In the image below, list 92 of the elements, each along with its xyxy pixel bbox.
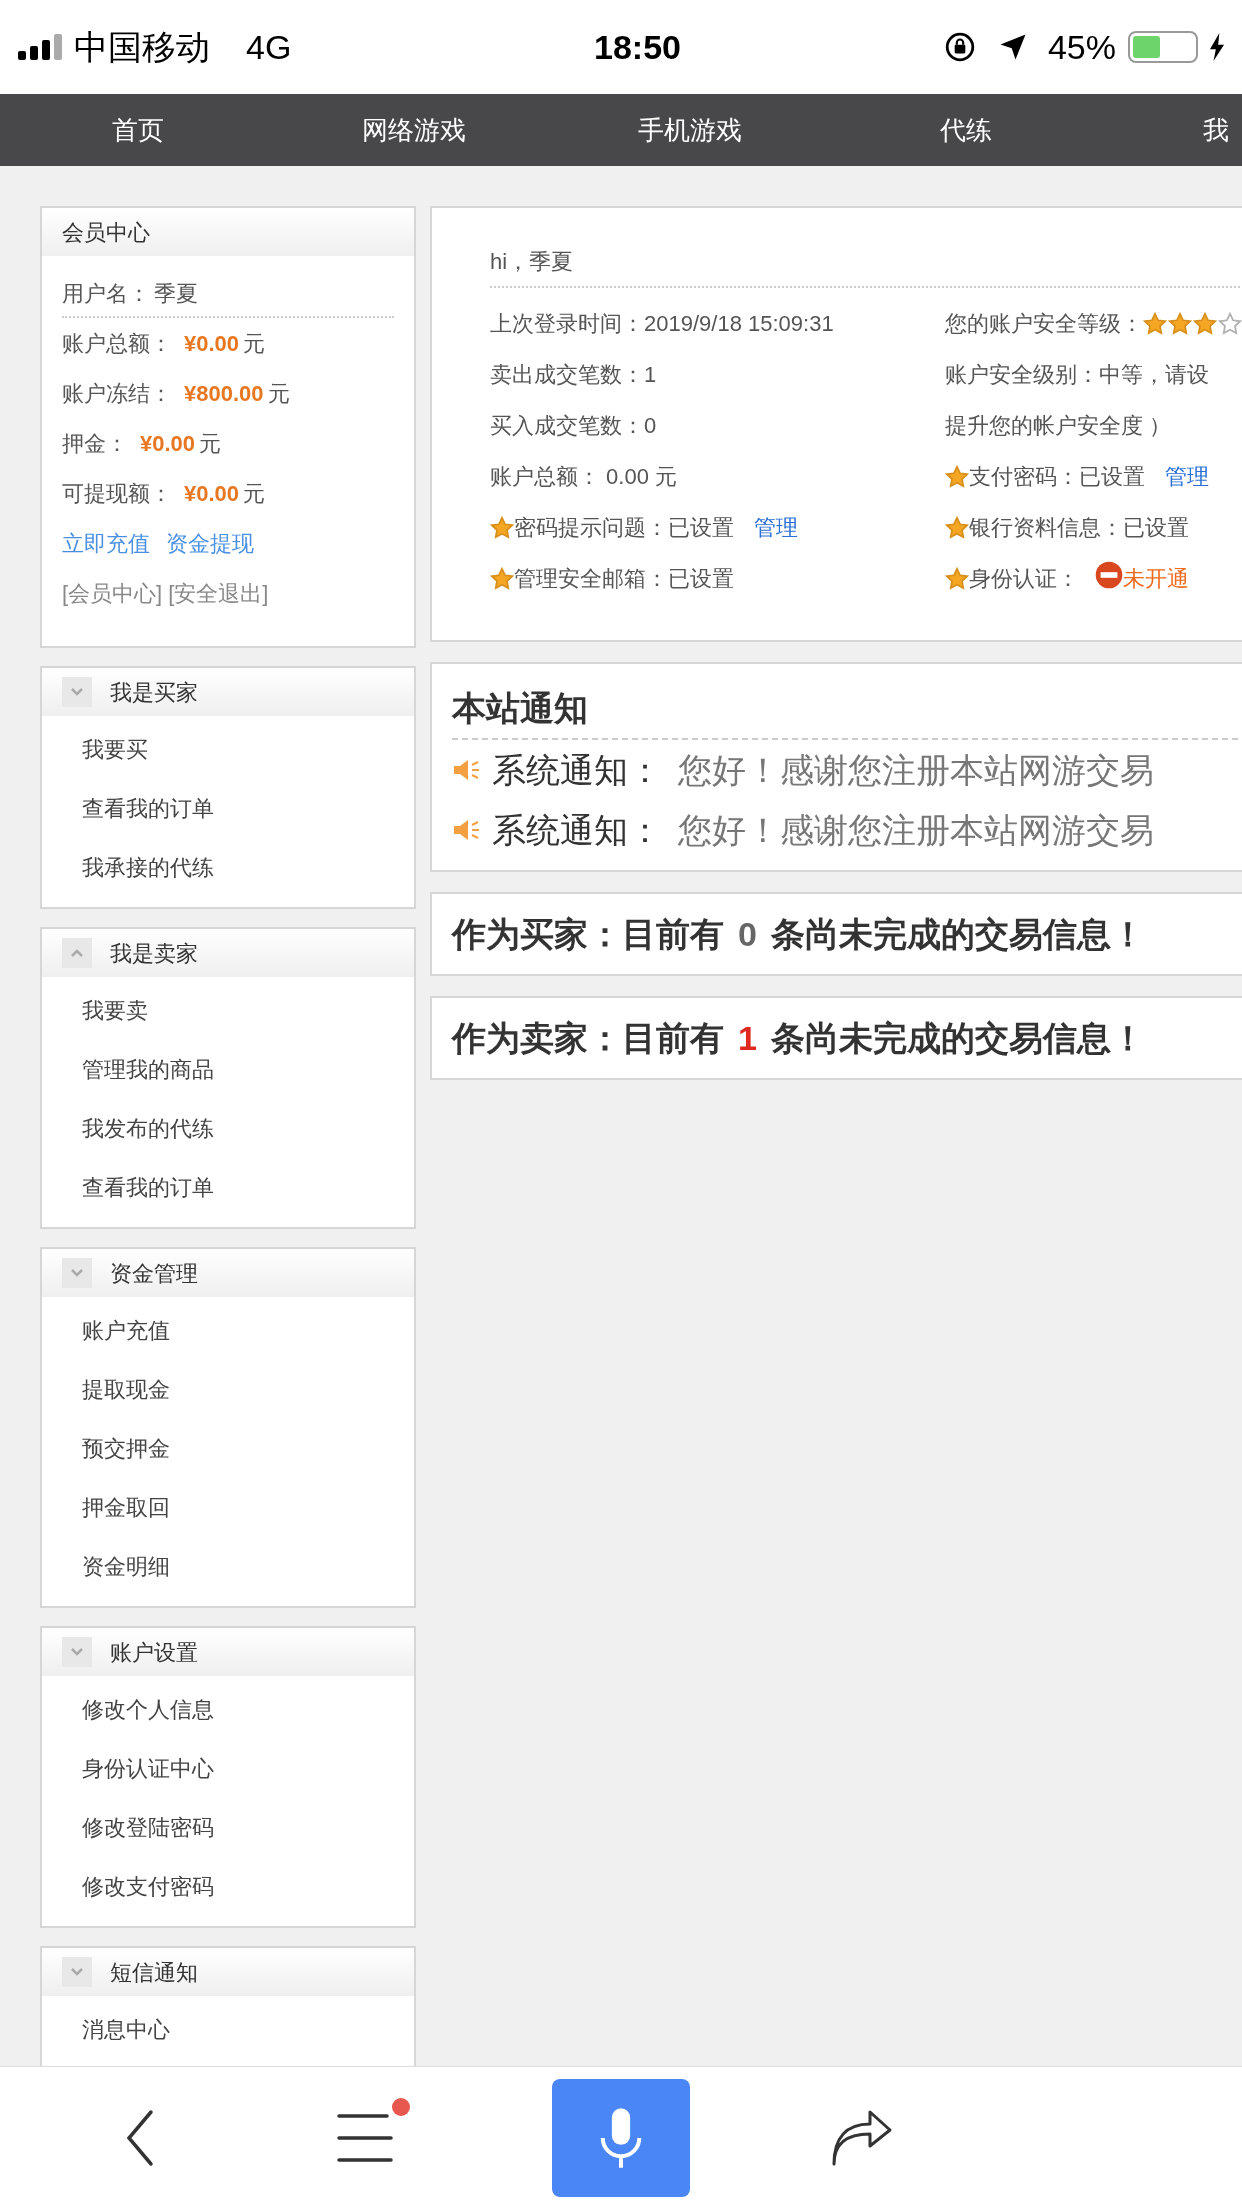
footer-link[interactable]: [安全退出] (168, 576, 269, 610)
username: 季夏 (154, 279, 198, 308)
menu-item[interactable]: 我发布的代练 (82, 1112, 214, 1145)
menu-item[interactable]: 资金明细 (82, 1550, 170, 1583)
footer-link[interactable]: [会员中心] (62, 576, 163, 610)
info-text: 身份认证： (969, 565, 1079, 593)
manage-link[interactable]: 管理 (754, 511, 798, 544)
star-icon (945, 464, 969, 489)
battery-percent: 45% (1047, 26, 1116, 68)
field-label: 押金： (62, 429, 128, 458)
info-text: 买入成交笔数：0 (490, 412, 657, 440)
star-icon (1168, 311, 1192, 336)
pending-text: 作为买家：目前有 0 条尚未完成的交易信息！ (452, 913, 1145, 955)
currency-unit: 元 (243, 479, 266, 508)
info-text: 提升您的帐户安全度 ） (945, 412, 1172, 440)
rotation-lock-icon (943, 31, 976, 63)
menu-item[interactable]: 我承接的代练 (82, 851, 214, 884)
currency-unit: 元 (267, 379, 290, 408)
info-text: 上次登录时间：2019/9/18 15:09:31 (490, 310, 834, 338)
pending-text: 作为卖家：目前有 1 条尚未完成的交易信息！ (452, 1017, 1145, 1059)
star-icon (490, 566, 514, 591)
menu-item[interactable]: 预交押金 (82, 1432, 170, 1465)
network-type: 4G (246, 26, 292, 68)
menu-icon[interactable] (337, 2111, 393, 2164)
menu-item[interactable]: 身份认证中心 (82, 1752, 214, 1785)
star-icon (490, 515, 514, 540)
chevron-down-icon[interactable] (62, 1637, 92, 1667)
nav-link[interactable]: 网络游戏 (276, 110, 552, 150)
chevron-down-icon[interactable] (62, 677, 92, 707)
amount: ¥0.00 (140, 429, 196, 458)
star-icon (945, 566, 969, 591)
notice-label: 系统通知： (492, 809, 662, 851)
star-icon (1193, 311, 1217, 336)
notice-link[interactable]: 您好！感谢您注册本站网游交易 (678, 744, 1154, 796)
menu-item[interactable]: 修改登陆密码 (82, 1811, 214, 1844)
notice-link[interactable]: 您好！感谢您注册本站网游交易 (678, 804, 1154, 856)
field-label: 用户名： (62, 279, 150, 308)
amount: ¥800.00 (184, 379, 264, 408)
chevron-down-icon[interactable] (62, 1258, 92, 1288)
carrier-name: 中国移动 (74, 26, 210, 68)
info-text: 支付密码：已设置 (969, 463, 1145, 491)
field-label: 账户冻结： (62, 379, 172, 408)
menu-item[interactable]: 押金取回 (82, 1491, 170, 1524)
signal-icon (18, 34, 62, 60)
speaker-icon (452, 818, 482, 842)
chevron-down-icon[interactable] (62, 1957, 92, 1987)
menu-item[interactable]: 我要买 (82, 733, 148, 766)
field-label: 可提现额： (62, 479, 172, 508)
star-icon (1143, 311, 1167, 336)
star-icon (945, 515, 969, 540)
menu-item[interactable]: 我要卖 (82, 994, 148, 1027)
card-title: 短信通知 (110, 1958, 198, 1987)
manage-link[interactable]: 管理 (1165, 460, 1209, 493)
menu-item[interactable]: 管理我的商品 (82, 1053, 214, 1086)
speaker-icon (452, 758, 482, 782)
info-text: 管理安全邮箱：已设置 (514, 565, 734, 593)
card-title: 我是卖家 (110, 939, 198, 968)
menu-item[interactable]: 提取现金 (82, 1373, 170, 1406)
card-title: 资金管理 (110, 1259, 198, 1288)
card-title: 本站通知 (452, 687, 588, 729)
info-text: 账户安全级别：中等，请设 (945, 361, 1209, 389)
info-text: 卖出成交笔数：1 (490, 361, 657, 389)
currency-unit: 元 (199, 429, 222, 458)
card-title: 会员中心 (62, 218, 150, 247)
currency-unit: 元 (243, 329, 266, 358)
nav-link[interactable]: 代练 (828, 110, 1104, 150)
clock-time: 18:50 (594, 26, 681, 68)
amount: ¥0.00 (184, 329, 240, 358)
menu-item[interactable]: 修改支付密码 (82, 1870, 214, 1903)
chevron-up-icon[interactable] (62, 938, 92, 968)
nav-link[interactable]: 手机游戏 (552, 110, 828, 150)
voice-button[interactable] (552, 2078, 690, 2197)
menu-item[interactable]: 修改个人信息 (82, 1693, 214, 1726)
info-text: 密码提示问题：已设置 (514, 514, 734, 542)
menu-item[interactable]: 查看我的订单 (82, 1171, 214, 1204)
field-label: 账户总额： (62, 329, 172, 358)
status-text: 未开通 (1123, 565, 1189, 593)
no-entry-icon (1095, 560, 1123, 589)
info-text: 您的账户安全等级： (945, 310, 1143, 338)
menu-item[interactable]: 账户充值 (82, 1314, 170, 1347)
amount: ¥0.00 (184, 479, 240, 508)
card-title: 我是买家 (110, 678, 198, 707)
info-text: 账户总额： 0.00 元 (490, 463, 678, 491)
info-text: 银行资料信息：已设置 (969, 514, 1189, 542)
notice-label: 系统通知： (492, 749, 662, 791)
card-title: 账户设置 (110, 1638, 198, 1667)
nav-link[interactable]: 首页 (0, 110, 276, 150)
menu-item[interactable]: 消息中心 (82, 2013, 170, 2046)
menu-item[interactable]: 查看我的订单 (82, 792, 214, 825)
charging-bolt-icon (1210, 33, 1224, 61)
nav-link[interactable]: 我 (1203, 110, 1229, 150)
greeting: hi，季夏 (490, 247, 574, 276)
